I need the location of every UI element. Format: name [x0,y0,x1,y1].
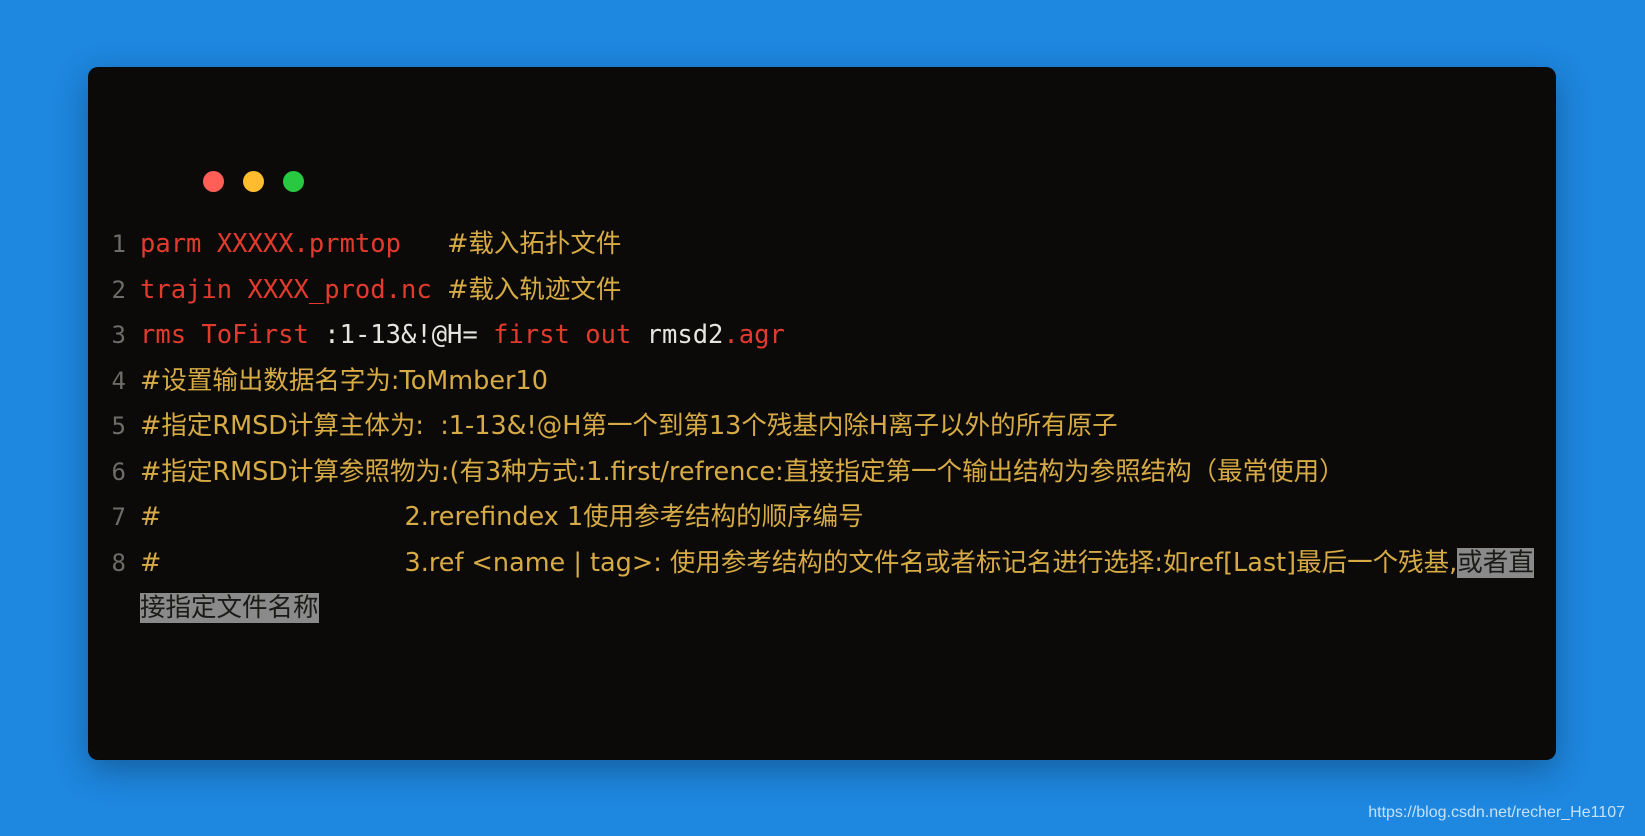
code-token: parm XXXXX [140,229,294,259]
code-token: #载入轨迹文件 [447,274,622,305]
code-line[interactable]: 8 # 3.ref <name | tag>: 使用参考结构的文件名或者标记名进行… [88,541,1556,632]
line-number: 4 [111,366,126,395]
code-token: .agr [723,320,785,350]
code-line-text[interactable]: rms ToFirst :1-13&!@H= first out rmsd2.a… [140,313,1556,359]
code-line-text[interactable]: trajin XXXX_prod.nc #载入轨迹文件 [140,268,1556,314]
code-line-text[interactable]: #设置输出数据名字为:ToMmber10 [140,359,1556,405]
code-line-text[interactable]: # 3.ref <name | tag>: 使用参考结构的文件名或者标记名进行选… [140,541,1556,632]
code-token: #载入拓扑文件 [447,229,622,259]
window-titlebar [88,67,1556,192]
code-line[interactable]: 6 #指定RMSD计算参照物为:(有3种方式:1.first/refrence:直… [88,450,1556,496]
code-line[interactable]: 4 #设置输出数据名字为:ToMmber10 [88,359,1556,405]
line-number: 6 [111,457,126,486]
code-line-text[interactable]: #指定RMSD计算参照物为:(有3种方式:1.first/refrence:直接… [140,450,1556,496]
code-line[interactable]: 3 rms ToFirst :1-13&!@H= first out rmsd2.… [88,313,1556,359]
code-window: 1 parm XXXXX.prmtop #载入拓扑文件 2 trajin XXXX_p… [88,67,1556,760]
code-line[interactable]: 2 trajin XXXX_prod.nc #载入轨迹文件 [88,268,1556,314]
code-token: trajin XXXX_prod.nc [140,274,432,305]
line-number: 8 [111,548,126,577]
code-line-text[interactable]: parm XXXXX.prmtop #载入拓扑文件 [140,222,1556,268]
line-number: 1 [111,230,126,258]
code-token: :1-13&!@H= [308,320,494,350]
code-token: rmsd2 [631,320,724,350]
maximize-button-dot[interactable] [283,171,304,192]
line-number: 3 [111,321,126,349]
code-token: # 2.rerefindex 1使用参考结构的顺序编号 [140,502,864,532]
code-line-text[interactable]: # 2.rerefindex 1使用参考结构的顺序编号 [140,495,1556,541]
code-content[interactable]: 1 parm XXXXX.prmtop #载入拓扑文件 2 trajin XXXX_p… [88,222,1556,632]
code-token: first out [493,320,632,350]
line-number: 5 [111,412,126,440]
code-token: #指定RMSD计算参照物为:(有3种方式:1.first/refrence:直接… [140,456,1345,487]
code-token: .prmtop [293,229,401,259]
code-token: #设置输出数据名字为:ToMmber10 [140,365,548,396]
code-token: # 3.ref <name | tag>: 使用参考结构的文件名或者标记名进行选… [140,547,1458,578]
close-button-dot[interactable] [203,171,224,192]
code-line[interactable]: 5 #指定RMSD计算主体为: :1-13&!@H第一个到第13个残基内除H离子以… [88,404,1556,450]
code-token: #指定RMSD计算主体为: :1-13&!@H第一个到第13个残基内除H离子以外… [140,411,1118,441]
watermark-url: https://blog.csdn.net/recher_He1107 [1368,804,1625,821]
line-number: 7 [111,503,126,531]
code-line-text[interactable]: #指定RMSD计算主体为: :1-13&!@H第一个到第13个残基内除H离子以外… [140,404,1556,450]
code-line[interactable]: 7 # 2.rerefindex 1使用参考结构的顺序编号 [88,495,1556,541]
minimize-button-dot[interactable] [243,171,264,192]
code-token: rms ToFirst [140,320,309,350]
line-number: 2 [111,275,126,304]
code-line[interactable]: 1 parm XXXXX.prmtop #载入拓扑文件 [88,222,1556,268]
